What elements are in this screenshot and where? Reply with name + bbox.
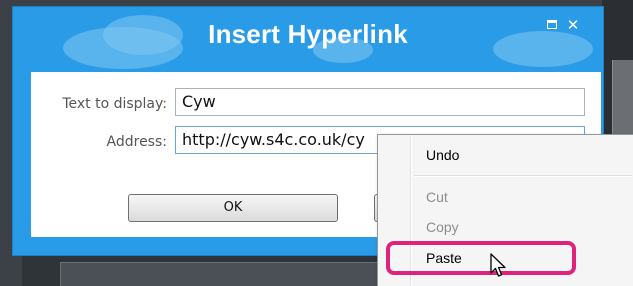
text-to-display-label: Text to display: xyxy=(62,96,167,112)
dialog-title: Insert Hyperlink xyxy=(208,19,408,49)
arrow-cursor-icon xyxy=(490,253,506,277)
ok-button[interactable]: OK xyxy=(128,194,338,222)
close-icon[interactable]: ✕ xyxy=(565,17,581,33)
background-right-highlight xyxy=(612,60,633,140)
address-label: Address: xyxy=(106,134,167,150)
menu-item-copy[interactable]: Copy xyxy=(426,217,459,237)
menu-item-cut[interactable]: Cut xyxy=(426,187,448,207)
menu-item-undo[interactable]: Undo xyxy=(426,145,459,165)
text-to-display-input[interactable]: Cyw xyxy=(175,88,585,116)
maximize-icon[interactable] xyxy=(544,17,560,33)
paste-highlight-annotation xyxy=(386,241,576,275)
menu-separator xyxy=(414,175,632,177)
